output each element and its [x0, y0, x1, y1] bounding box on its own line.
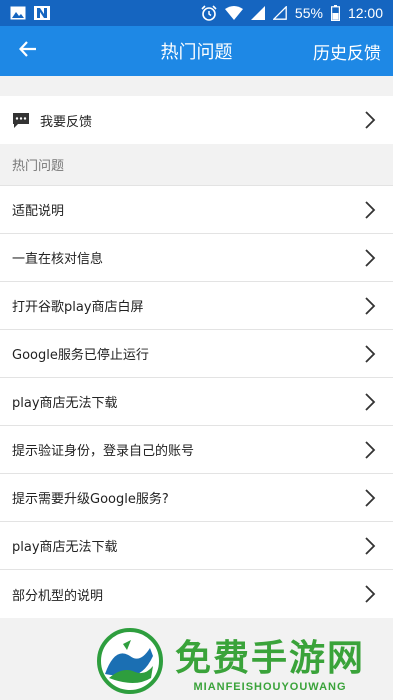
chevron-right-icon [361, 536, 379, 555]
chevron-right-icon [361, 392, 379, 411]
question-list: 适配说明 一直在核对信息 打开谷歌play商店白屏 Google服务已停止运行 … [0, 186, 393, 618]
feedback-label: 我要反馈 [40, 114, 93, 130]
question-label: play商店无法下载 [12, 396, 118, 411]
watermark-text: 免费手游网 MIANFEISHOUYOUWANG [175, 629, 365, 693]
watermark-sub-text: MIANFEISHOUYOUWANG [193, 681, 347, 693]
question-label: 提示需要升级Google服务? [12, 492, 169, 507]
signal-empty-icon [272, 6, 287, 20]
question-label: 提示验证身份，登录自己的账号 [12, 444, 195, 459]
back-button[interactable] [0, 26, 56, 76]
alarm-icon [201, 5, 217, 21]
signal-icon [250, 6, 265, 20]
question-label: 打开谷歌play商店白屏 [12, 300, 144, 315]
top-spacer [0, 76, 393, 96]
watermark-main-text: 免费手游网 [175, 638, 366, 679]
app-bar: 热门问题 历史反馈 [0, 26, 393, 76]
question-row[interactable]: 提示需要升级Google服务? [0, 474, 393, 522]
chevron-right-icon [361, 488, 379, 507]
question-row[interactable]: play商店无法下载 [0, 378, 393, 426]
question-row[interactable]: 提示验证身份，登录自己的账号 [0, 426, 393, 474]
question-row[interactable]: play商店无法下载 [0, 522, 393, 570]
question-row[interactable]: 一直在核对信息 [0, 234, 393, 282]
question-row[interactable]: 部分机型的说明 [0, 570, 393, 618]
watermark: 免费手游网 MIANFEISHOUYOUWANG [95, 626, 365, 696]
question-label: 适配说明 [12, 204, 65, 219]
chevron-right-icon [361, 296, 379, 315]
feedback-row[interactable]: 我要反馈 [0, 96, 393, 144]
question-label: Google服务已停止运行 [12, 348, 149, 363]
question-label: 部分机型的说明 [12, 588, 104, 604]
clock: 12:00 [347, 5, 383, 21]
n-icon [34, 6, 50, 20]
back-arrow-icon [18, 40, 37, 62]
chevron-right-icon [361, 344, 379, 363]
history-feedback-button[interactable]: 历史反馈 [301, 26, 393, 76]
chevron-right-icon [361, 585, 379, 603]
battery-icon [330, 5, 340, 21]
chevron-right-icon [361, 440, 379, 459]
image-icon [10, 6, 26, 20]
question-label: play商店无法下载 [12, 540, 118, 555]
watermark-logo-icon [95, 626, 165, 696]
question-label: 一直在核对信息 [12, 252, 104, 267]
chevron-right-icon [361, 248, 379, 267]
section-title: 热门问题 [0, 144, 393, 186]
question-row[interactable]: 适配说明 [0, 186, 393, 234]
wifi-icon [224, 6, 243, 20]
chat-bubble-icon [12, 111, 32, 129]
chevron-right-icon [361, 111, 379, 129]
chevron-right-icon [361, 200, 379, 219]
battery-percent: 55% [294, 5, 323, 21]
question-row[interactable]: Google服务已停止运行 [0, 330, 393, 378]
status-bar: 55% 12:00 [0, 0, 393, 26]
question-row[interactable]: 打开谷歌play商店白屏 [0, 282, 393, 330]
